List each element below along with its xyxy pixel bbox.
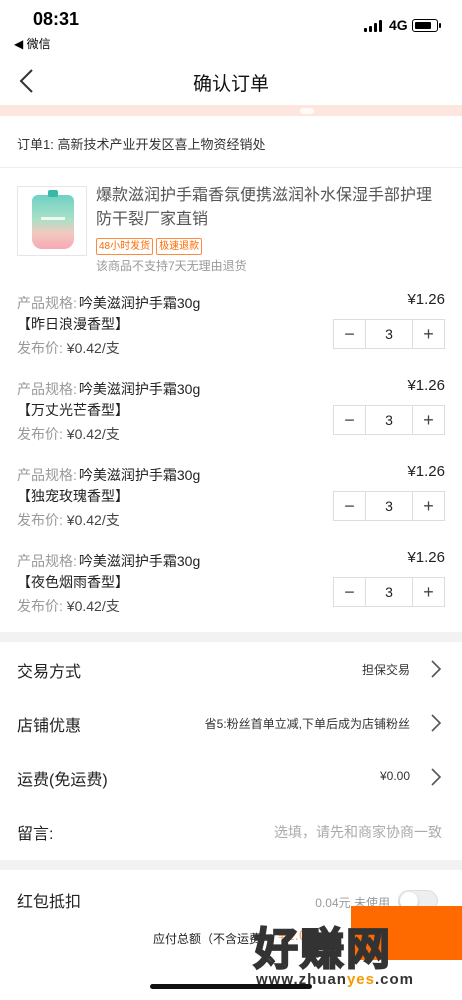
publish-price: ¥0.42/支 (66, 598, 120, 614)
order-options: 交易方式 担保交易 店铺优惠 省5:粉丝首单立减,下单后成为店铺粉丝 运费(免运… (0, 642, 462, 860)
publish-price-label: 发布价: (17, 426, 63, 442)
tag-fast-refund: 极速退款 (156, 238, 203, 255)
publish-price-label: 发布价: (17, 512, 63, 528)
shipping-label: 运费(免运费) (17, 772, 108, 789)
quantity-stepper: − 3 + (333, 405, 445, 435)
decrease-button[interactable]: − (334, 406, 365, 434)
spec-label: 产品规格: (17, 553, 77, 569)
message-input[interactable]: 选填，请先和商家协商一致 (274, 822, 442, 842)
status-bar: 08:31 ◀ 微信 4G (0, 0, 462, 54)
spec-name: 吟美滋润护手霜30g (78, 295, 201, 311)
spec-variant: 【昨日浪漫香型】 (17, 316, 129, 332)
spec-label: 产品规格: (17, 295, 77, 311)
spec-item: 产品规格: 吟美滋润护手霜30g 【万丈光芒香型】 发布价: ¥0.42/支 ¥1… (17, 377, 447, 459)
spec-variant: 【夜色烟雨香型】 (17, 574, 129, 590)
spec-name: 吟美滋润护手霜30g (78, 553, 201, 569)
shop-discount-row[interactable]: 店铺优惠 省5:粉丝首单立减,下单后成为店铺粉丝 (0, 696, 462, 750)
shipping-row[interactable]: 运费(免运费) ¥0.00 (0, 750, 462, 804)
spec-variant: 【独宠玫瑰香型】 (17, 488, 129, 504)
spec-name: 吟美滋润护手霜30g (78, 467, 201, 483)
return-policy-notice: 该商品不支持7天无理由退货 (96, 259, 247, 273)
quantity-input[interactable]: 3 (365, 320, 413, 348)
message-row: 留言: 选填，请先和商家协商一致 (0, 804, 462, 858)
shop-discount-value: 省5:粉丝首单立减,下单后成为店铺粉丝 (204, 717, 410, 731)
navigation-bar: 确认订单 (0, 54, 462, 108)
spec-price: ¥1.26 (407, 549, 445, 566)
decrease-button[interactable]: − (334, 578, 365, 606)
spec-label: 产品规格: (17, 467, 77, 483)
spec-item: 产品规格: 吟美滋润护手霜30g 【夜色烟雨香型】 发布价: ¥0.42/支 ¥1… (17, 549, 447, 631)
signal-icon (364, 20, 384, 32)
publish-price-label: 发布价: (17, 340, 63, 356)
spec-item: 产品规格: 吟美滋润护手霜30g 【昨日浪漫香型】 发布价: ¥0.42/支 ¥1… (17, 291, 447, 373)
status-time: 08:31 (33, 9, 80, 29)
watermark-logo-text: 好赚网 (253, 923, 392, 976)
quantity-input[interactable]: 3 (365, 578, 413, 606)
spec-price: ¥1.26 (407, 377, 445, 394)
watermark-url-suffix: .com (374, 971, 414, 988)
increase-button[interactable]: + (413, 406, 444, 434)
quantity-input[interactable]: 3 (365, 492, 413, 520)
spec-item: 产品规格: 吟美滋润护手霜30g 【独宠玫瑰香型】 发布价: ¥0.42/支 ¥1… (17, 463, 447, 545)
network-type: 4G (389, 17, 408, 33)
product-image[interactable] (17, 186, 87, 256)
chevron-right-icon (431, 660, 442, 678)
spec-label: 产品规格: (17, 381, 77, 397)
spec-price: ¥1.26 (407, 291, 445, 308)
chevron-right-icon (431, 768, 442, 786)
trade-method-label: 交易方式 (17, 664, 82, 681)
shop-discount-label: 店铺优惠 (17, 718, 82, 735)
decrease-button[interactable]: − (334, 320, 365, 348)
publish-price: ¥0.42/支 (66, 512, 120, 528)
battery-icon (412, 19, 441, 32)
shipping-value: ¥0.00 (379, 769, 410, 783)
shop-name: 订单1: 高新技术产业开发区喜上物资经销处 (17, 137, 266, 152)
spec-variant: 【万丈光芒香型】 (17, 402, 129, 418)
service-tags: 48小时发货 极速退款 (96, 238, 203, 255)
publish-price-label: 发布价: (17, 598, 63, 614)
home-indicator[interactable] (150, 984, 312, 989)
red-packet-label: 红包抵扣 (17, 894, 82, 911)
trade-method-row[interactable]: 交易方式 担保交易 (0, 642, 462, 696)
watermark-url-highlight: yes (346, 971, 375, 988)
quantity-stepper: − 3 + (333, 319, 445, 349)
publish-price: ¥0.42/支 (66, 340, 120, 356)
product-title[interactable]: 爆款滋润护手霜香氛便携滋润补水保湿手部护理防干裂厂家直销 (96, 184, 446, 232)
tag-fast-shipping: 48小时发货 (96, 238, 154, 255)
trade-method-value: 担保交易 (361, 663, 410, 677)
chevron-right-icon (431, 714, 442, 732)
back-to-wechat-link[interactable]: ◀ 微信 (14, 35, 51, 52)
quantity-input[interactable]: 3 (365, 406, 413, 434)
divider (0, 167, 462, 168)
spec-name: 吟美滋润护手霜30g (78, 381, 201, 397)
increase-button[interactable]: + (413, 578, 444, 606)
decrease-button[interactable]: − (334, 492, 365, 520)
order-confirm-screen: 08:31 ◀ 微信 4G 确认订单 订单1: 高新技术产业开发区喜上物资经销处… (0, 0, 462, 1000)
increase-button[interactable]: + (413, 492, 444, 520)
message-label: 留言: (17, 826, 54, 843)
quantity-stepper: − 3 + (333, 577, 445, 607)
increase-button[interactable]: + (413, 320, 444, 348)
page-title: 确认订单 (192, 74, 269, 95)
promo-banner-strip (0, 105, 462, 116)
spec-price: ¥1.26 (407, 463, 445, 480)
quantity-stepper: − 3 + (333, 491, 445, 521)
site-watermark: 好赚网 www.zhuanyes.com (250, 913, 462, 993)
order-card: 订单1: 高新技术产业开发区喜上物资经销处 爆款滋润护手霜香氛便携滋润补水保湿手… (0, 116, 462, 632)
publish-price: ¥0.42/支 (66, 426, 120, 442)
